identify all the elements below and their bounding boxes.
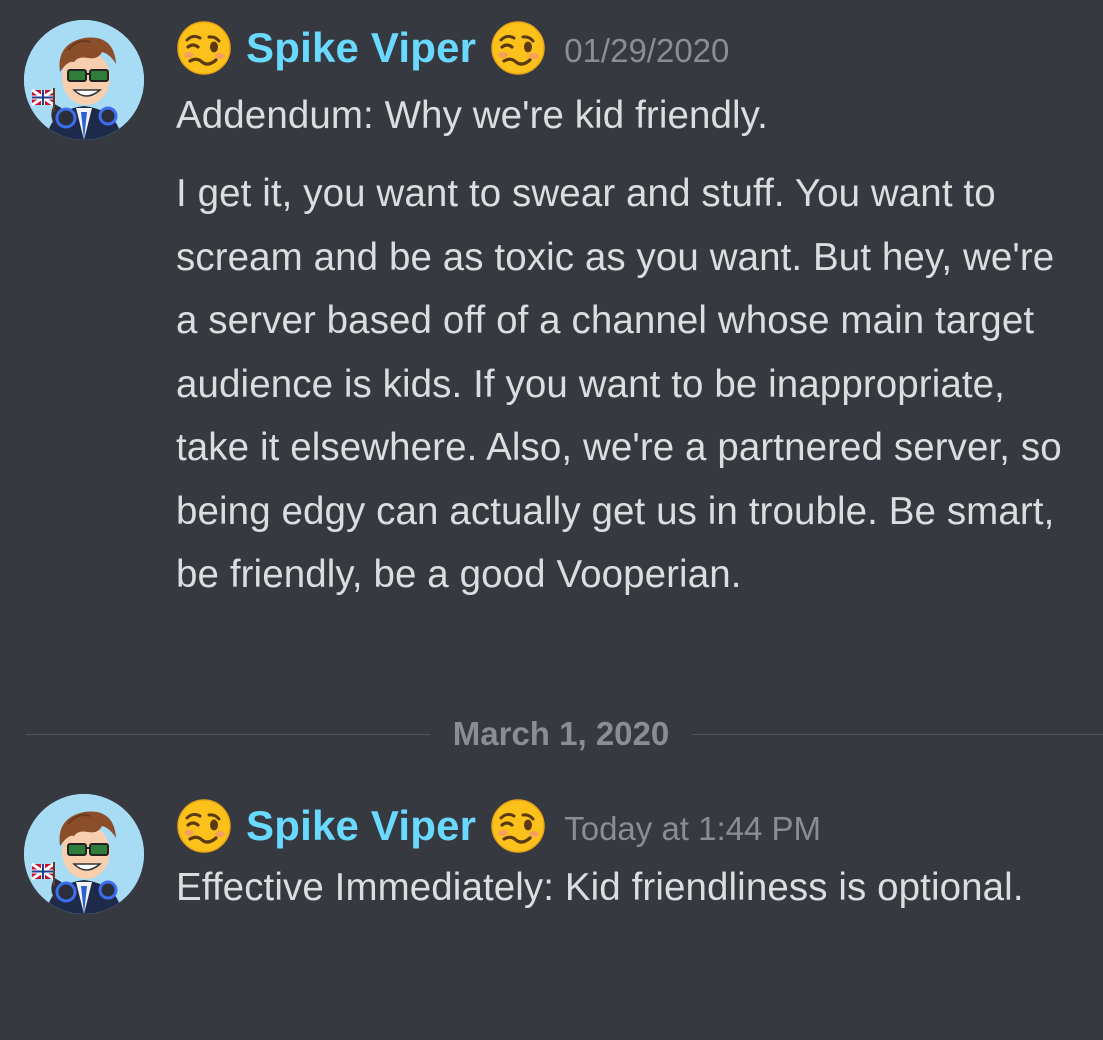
timestamp: Today at 1:44 PM <box>564 810 822 847</box>
username[interactable]: Spike Viper <box>246 24 476 72</box>
message-header: Spike Viper 01/29/2020 <box>176 18 729 78</box>
username[interactable]: Spike Viper <box>246 802 476 850</box>
message-text: Effective Immediately: Kid friendliness … <box>176 866 1024 909</box>
woozy-face-emoji-icon <box>490 798 546 854</box>
chat-view: Spike Viper 01/29/2020 Addendum: Why we'… <box>0 0 1103 1040</box>
message-text: I get it, you want to swear and stuff. Y… <box>176 172 1062 596</box>
woozy-face-emoji-icon <box>176 798 232 854</box>
timestamp: 01/29/2020 <box>564 32 730 69</box>
message-text: Addendum: Why we're kid friendly. <box>176 94 768 137</box>
woozy-face-emoji-icon <box>490 20 546 76</box>
date-divider-label: March 1, 2020 <box>430 714 692 754</box>
avatar[interactable] <box>24 20 144 140</box>
user-avatar-icon <box>24 20 144 140</box>
woozy-face-emoji-icon <box>176 20 232 76</box>
user-avatar-icon <box>24 794 144 914</box>
message-header: Spike Viper Today at 1:44 PM <box>176 796 821 856</box>
avatar[interactable] <box>24 794 144 914</box>
